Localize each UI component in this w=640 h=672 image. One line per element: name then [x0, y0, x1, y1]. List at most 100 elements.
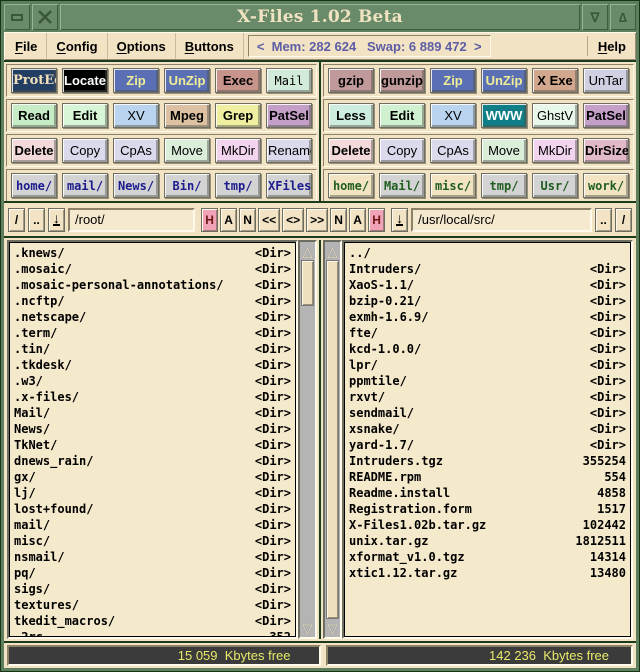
sort-button-0-h[interactable]: H	[201, 208, 218, 232]
file-row[interactable]: .mosaic/<Dir>	[14, 261, 291, 277]
file-row[interactable]: Registration.form1517	[349, 501, 626, 517]
right-button-mkdir[interactable]: MkDir	[532, 138, 578, 163]
right-button-xexe[interactable]: X Exe	[532, 68, 578, 93]
file-row[interactable]: Intruders/<Dir>	[349, 261, 626, 277]
left-button-cpas[interactable]: CpAs	[113, 138, 159, 163]
right-button-cpas[interactable]: CpAs	[430, 138, 476, 163]
right-button-dirsize[interactable]: DirSize	[583, 138, 629, 163]
file-row[interactable]: Intruders.tgz355254	[349, 453, 626, 469]
file-row[interactable]: sigs/<Dir>	[14, 581, 291, 597]
left-button-rename[interactable]: Rename	[266, 138, 312, 163]
left-button-mail[interactable]: mail/	[62, 173, 108, 198]
file-row[interactable]: xsnake/<Dir>	[349, 421, 626, 437]
file-row[interactable]: exmh-1.6.9/<Dir>	[349, 309, 626, 325]
file-row[interactable]: lpr/<Dir>	[349, 357, 626, 373]
right-button-delete[interactable]: Delete	[328, 138, 374, 163]
file-row[interactable]: sendmail/<Dir>	[349, 405, 626, 421]
file-row[interactable]: README.rpm554	[349, 469, 626, 485]
file-row[interactable]: Mail/<Dir>	[14, 405, 291, 421]
left-button-copy[interactable]: Copy	[62, 138, 108, 163]
file-row[interactable]: .mosaic-personal-annotations/<Dir>	[14, 277, 291, 293]
left-button-bin[interactable]: Bin/	[164, 173, 210, 198]
sort-button-4-symsym[interactable]: <>	[282, 208, 304, 232]
sort-button-2-n[interactable]: N	[239, 208, 256, 232]
right-button-move[interactable]: Move	[481, 138, 527, 163]
left-button-mkdir[interactable]: MkDir	[215, 138, 261, 163]
left-button-exec[interactable]: Exec	[215, 68, 261, 93]
right-button-xv[interactable]: XV	[430, 103, 476, 128]
right-button-gunzip[interactable]: gunzip	[379, 68, 425, 93]
left-button-grep[interactable]: Grep	[215, 103, 261, 128]
left-up-dir-button[interactable]: ..	[28, 208, 45, 232]
scroll-up-icon[interactable]: △	[325, 242, 340, 260]
file-row[interactable]: Readme.install4858	[349, 485, 626, 501]
left-button-locate[interactable]: Locate	[62, 68, 108, 93]
left-button-unzip[interactable]: UnZip	[164, 68, 210, 93]
file-row[interactable]: fte/<Dir>	[349, 325, 626, 341]
file-row[interactable]: kcd-1.0.0/<Dir>	[349, 341, 626, 357]
right-scrollbar[interactable]: △ ▽	[323, 240, 342, 639]
left-path-input[interactable]	[68, 208, 195, 232]
file-row[interactable]: gx/<Dir>	[14, 469, 291, 485]
maximize-button[interactable]: ∆	[610, 4, 636, 30]
file-row[interactable]: xtic1.12.tar.gz13480	[349, 565, 626, 581]
right-button-misc[interactable]: misc/	[430, 173, 476, 198]
left-load-path-button[interactable]: ↓	[48, 208, 65, 232]
right-button-www[interactable]: WWW	[481, 103, 527, 128]
right-button-tmp[interactable]: tmp/	[481, 173, 527, 198]
left-scrollbar[interactable]: △ ▽	[298, 240, 317, 639]
right-button-home[interactable]: home/	[328, 173, 374, 198]
left-button-proted[interactable]: ProtEd	[11, 68, 57, 93]
sort-button-7-a[interactable]: A	[349, 208, 366, 232]
scroll-down-icon[interactable]: ▽	[300, 619, 315, 637]
file-row[interactable]: TkNet/<Dir>	[14, 437, 291, 453]
file-row[interactable]: .2rc352	[14, 629, 291, 637]
file-row[interactable]: XaoS-1.1/<Dir>	[349, 277, 626, 293]
menu-item-help[interactable]: Help	[590, 33, 634, 59]
left-button-zip[interactable]: Zip	[113, 68, 159, 93]
sort-button-3-symsym[interactable]: <<	[258, 208, 280, 232]
file-row[interactable]: pq/<Dir>	[14, 565, 291, 581]
scroll-down-icon[interactable]: ▽	[325, 619, 340, 637]
window-menu-button[interactable]	[4, 4, 30, 30]
left-scrollbar-track[interactable]	[300, 260, 315, 619]
left-button-delete[interactable]: Delete	[11, 138, 57, 163]
file-row[interactable]: .w3/<Dir>	[14, 373, 291, 389]
right-button-untar[interactable]: UnTar	[583, 68, 629, 93]
left-button-edit[interactable]: Edit	[62, 103, 108, 128]
file-row[interactable]: X-Files1.02b.tar.gz102442	[349, 517, 626, 533]
file-row[interactable]: .term/<Dir>	[14, 325, 291, 341]
sort-button-6-n[interactable]: N	[330, 208, 347, 232]
file-row[interactable]: .knews/<Dir>	[14, 245, 291, 261]
left-button-xv[interactable]: XV	[113, 103, 159, 128]
sort-button-1-a[interactable]: A	[220, 208, 237, 232]
sort-button-8-h[interactable]: H	[368, 208, 385, 232]
menu-item-options[interactable]: Options	[108, 33, 176, 59]
file-row[interactable]: nsmail/<Dir>	[14, 549, 291, 565]
left-button-xfiles[interactable]: XFiles/	[266, 173, 312, 198]
left-button-mpeg[interactable]: Mpeg	[164, 103, 210, 128]
file-row[interactable]: ppmtile/<Dir>	[349, 373, 626, 389]
right-button-patsel[interactable]: PatSel	[583, 103, 629, 128]
menu-item-buttons[interactable]: Buttons	[176, 33, 244, 59]
file-row[interactable]: .x-files/<Dir>	[14, 389, 291, 405]
file-row[interactable]: rxvt/<Dir>	[349, 389, 626, 405]
file-row[interactable]: tkedit_macros/<Dir>	[14, 613, 291, 629]
left-button-move[interactable]: Move	[164, 138, 210, 163]
right-button-less[interactable]: Less	[328, 103, 374, 128]
file-row[interactable]: unix.tar.gz1812511	[349, 533, 626, 549]
left-button-mail[interactable]: Mail	[266, 68, 312, 93]
right-path-input[interactable]	[411, 208, 592, 232]
file-row[interactable]: misc/<Dir>	[14, 533, 291, 549]
sort-button-5-symsym[interactable]: >>	[306, 208, 328, 232]
menu-item-config[interactable]: Config	[47, 33, 107, 59]
close-button[interactable]	[32, 4, 58, 30]
right-button-ghstv[interactable]: GhstV	[532, 103, 578, 128]
file-row[interactable]: textures/<Dir>	[14, 597, 291, 613]
right-up-dir-button[interactable]: ..	[595, 208, 612, 232]
left-scrollbar-thumb[interactable]	[301, 260, 314, 306]
scroll-up-icon[interactable]: △	[300, 242, 315, 260]
right-root-button[interactable]: /	[615, 208, 632, 232]
right-scrollbar-track[interactable]	[325, 260, 340, 619]
file-row[interactable]: dnews_rain/<Dir>	[14, 453, 291, 469]
